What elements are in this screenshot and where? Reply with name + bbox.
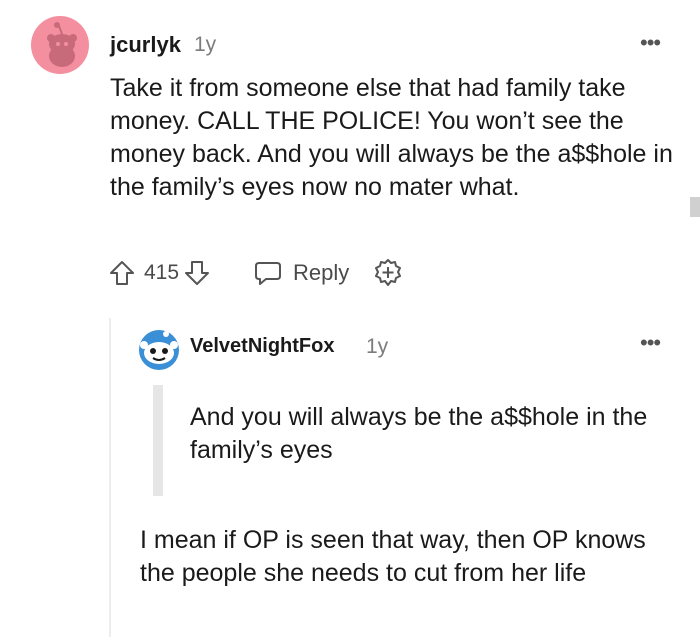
snoo-avatar-icon — [139, 330, 179, 370]
quoted-text: And you will always be the a$$hole in th… — [190, 403, 648, 464]
snoo-avatar-icon — [31, 16, 89, 74]
reply-button[interactable]: Reply — [253, 259, 349, 287]
downvote-arrow-icon[interactable] — [183, 259, 211, 287]
upvote-arrow-icon[interactable] — [108, 259, 136, 287]
vote-score: 415 — [144, 261, 180, 284]
scrollbar-thumb[interactable] — [690, 197, 700, 217]
user-avatar[interactable] — [31, 16, 89, 74]
more-options-icon[interactable]: ••• — [640, 30, 661, 56]
comment-username[interactable]: jcurlyk — [110, 32, 181, 58]
reply-username[interactable]: VelvetNightFox — [190, 335, 334, 358]
reply-age: 1y — [366, 335, 389, 358]
reply-label: Reply — [293, 260, 350, 285]
award-icon[interactable] — [373, 258, 403, 288]
quote-bar — [153, 385, 163, 496]
chat-bubble-icon — [255, 262, 282, 285]
thread-line[interactable] — [109, 318, 111, 637]
comment-action-bar: 415 Reply — [108, 255, 403, 291]
comment-age: 1y — [194, 33, 217, 56]
reply-body: I mean if OP is seen that way, then OP k… — [140, 526, 646, 587]
user-avatar[interactable] — [136, 329, 182, 371]
more-options-icon[interactable]: ••• — [640, 330, 661, 356]
comment-body: Take it from someone else that had famil… — [110, 74, 673, 201]
